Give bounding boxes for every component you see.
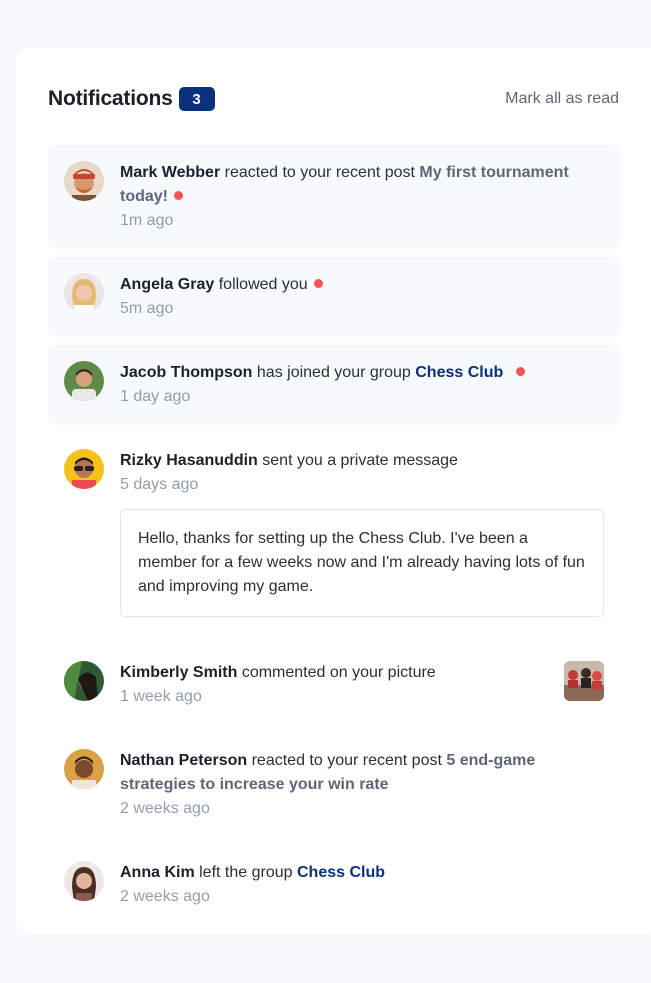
- notification-body: Nathan Peterson reacted to your recent p…: [120, 749, 604, 821]
- user-name-link[interactable]: Jacob Thompson: [120, 364, 252, 381]
- notification-body: Mark Webber reacted to your recent post …: [120, 161, 604, 233]
- unread-count-badge: 3: [178, 87, 215, 111]
- group-link[interactable]: Chess Club: [415, 364, 503, 381]
- user-name-link[interactable]: Anna Kim: [120, 864, 195, 881]
- notification-time: 1 day ago: [120, 388, 191, 405]
- user-name-link[interactable]: Mark Webber: [120, 164, 220, 181]
- notification-body: Rizky Hasanuddin sent you a private mess…: [120, 449, 604, 617]
- private-message-preview[interactable]: Hello, thanks for setting up the Chess C…: [120, 509, 604, 617]
- notification-action: sent you a private message: [262, 452, 458, 469]
- user-name-link[interactable]: Angela Gray: [120, 276, 214, 293]
- unread-dot: [313, 279, 323, 288]
- notification-time: 2 weeks ago: [120, 800, 210, 817]
- user-name-link[interactable]: Kimberly Smith: [120, 664, 237, 681]
- notification-item[interactable]: Anna Kim left the group Chess Club 2 wee…: [48, 845, 620, 925]
- notification-body: Kimberly Smith commented on your picture…: [120, 661, 552, 709]
- mark-all-as-read-button[interactable]: Mark all as read: [505, 90, 619, 108]
- notification-action: commented on your picture: [241, 664, 436, 681]
- notification-body: Anna Kim left the group Chess Club 2 wee…: [120, 861, 604, 909]
- avatar-anna-kim-icon[interactable]: [64, 861, 104, 901]
- unread-dot: [516, 367, 526, 376]
- notification-item[interactable]: Kimberly Smith commented on your picture…: [48, 645, 620, 725]
- notification-time: 1m ago: [120, 212, 174, 229]
- notification-action: followed you: [218, 276, 308, 293]
- notification-item[interactable]: Rizky Hasanuddin sent you a private mess…: [48, 433, 620, 633]
- notifications-header: Notifications 3 Mark all as read: [48, 84, 619, 114]
- notification-time: 1 week ago: [120, 688, 202, 705]
- notification-body: Jacob Thompson has joined your group Che…: [120, 361, 604, 409]
- unread-dot: [174, 191, 183, 200]
- notification-action: left the group: [199, 864, 293, 881]
- avatar-rizky-hasanuddin-icon[interactable]: [64, 449, 104, 489]
- avatar-jacob-thompson-icon[interactable]: [64, 361, 104, 401]
- notifications-card: Notifications 3 Mark all as read Mark We…: [16, 48, 651, 934]
- title-wrap: Notifications 3: [48, 87, 215, 111]
- user-name-link[interactable]: Nathan Peterson: [120, 752, 247, 769]
- avatar-angela-gray-icon[interactable]: [64, 273, 104, 313]
- avatar-kimberly-smith-icon[interactable]: [64, 661, 104, 701]
- notification-action: has joined your group: [256, 364, 411, 381]
- notification-time: 2 weeks ago: [120, 888, 210, 905]
- notification-item[interactable]: Jacob Thompson has joined your group Che…: [48, 345, 620, 425]
- chess-picture-thumbnail-icon[interactable]: [564, 661, 604, 701]
- notification-item[interactable]: Mark Webber reacted to your recent post …: [48, 145, 620, 249]
- notification-body: Angela Gray followed you 5m ago: [120, 273, 604, 321]
- user-name-link[interactable]: Rizky Hasanuddin: [120, 452, 258, 469]
- avatar-mark-webber-icon[interactable]: [64, 161, 104, 201]
- avatar-nathan-peterson-icon[interactable]: [64, 749, 104, 789]
- notification-action: reacted to your recent post: [224, 164, 415, 181]
- notification-time: 5 days ago: [120, 476, 199, 493]
- group-link[interactable]: Chess Club: [297, 864, 385, 881]
- notification-time: 5m ago: [120, 300, 174, 317]
- notification-item[interactable]: Nathan Peterson reacted to your recent p…: [48, 733, 620, 837]
- page-title: Notifications: [48, 87, 173, 110]
- notification-action: reacted to your recent post: [251, 752, 442, 769]
- notification-item[interactable]: Angela Gray followed you 5m ago: [48, 257, 620, 337]
